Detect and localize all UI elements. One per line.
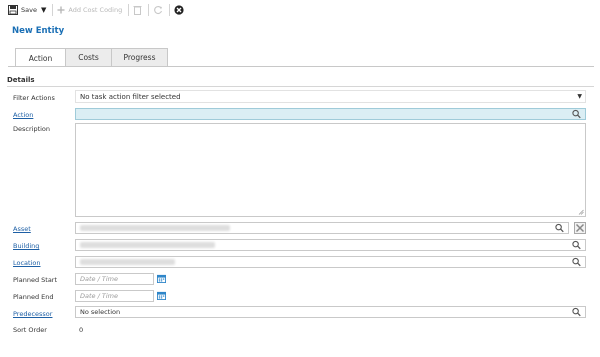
close-icon <box>575 223 585 233</box>
asset-input[interactable] <box>75 222 569 234</box>
tab-costs[interactable]: Costs <box>65 48 112 66</box>
toolbar-divider <box>52 4 54 16</box>
filter-actions-label: Filter Actions <box>13 94 55 102</box>
asset-label[interactable]: Asset <box>13 225 31 233</box>
resize-handle-icon[interactable] <box>578 209 584 215</box>
predecessor-value: No selection <box>80 308 121 316</box>
building-value-redacted <box>80 242 215 248</box>
close-button[interactable] <box>174 2 184 18</box>
toolbar-divider <box>128 4 130 16</box>
chevron-down-icon: ▼ <box>577 93 582 100</box>
save-label: Save <box>21 6 37 14</box>
refresh-button[interactable] <box>153 2 163 18</box>
tab-bar: Action Costs Progress <box>15 48 168 67</box>
asset-value-redacted <box>80 225 230 231</box>
calendar-icon[interactable] <box>157 291 166 300</box>
clear-asset-button[interactable] <box>574 222 586 234</box>
location-input[interactable] <box>75 256 586 268</box>
tab-action[interactable]: Action <box>15 48 66 67</box>
plus-icon <box>57 6 65 14</box>
search-icon[interactable] <box>572 240 581 250</box>
filter-actions-value: No task action filter selected <box>80 92 181 101</box>
predecessor-input[interactable]: No selection <box>75 306 586 318</box>
save-dropdown-icon[interactable]: ▼ <box>41 6 46 14</box>
planned-end-placeholder: Date / Time <box>80 292 118 300</box>
save-icon <box>8 5 18 15</box>
predecessor-label[interactable]: Predecessor <box>13 310 52 318</box>
search-icon[interactable] <box>572 307 581 317</box>
action-input[interactable] <box>75 108 586 120</box>
trash-icon <box>133 6 142 15</box>
tab-label: Costs <box>78 53 99 62</box>
description-label: Description <box>13 125 51 133</box>
refresh-icon <box>154 5 163 15</box>
action-label[interactable]: Action <box>13 111 33 119</box>
toolbar: Save ▼ Add Cost Coding <box>0 0 600 20</box>
search-icon[interactable] <box>572 257 581 267</box>
description-textarea[interactable] <box>75 123 586 217</box>
section-divider <box>7 86 594 87</box>
filter-actions-select[interactable]: No task action filter selected ▼ <box>75 90 586 103</box>
section-title: Details <box>7 76 35 84</box>
calendar-icon[interactable] <box>157 274 166 283</box>
tab-underline <box>8 66 594 67</box>
save-button[interactable]: Save ▼ <box>8 2 46 18</box>
delete-button[interactable] <box>133 2 142 18</box>
sort-order-value: 0 <box>79 326 84 334</box>
building-label[interactable]: Building <box>13 242 39 250</box>
planned-end-input[interactable]: Date / Time <box>75 290 154 302</box>
toolbar-divider <box>169 4 171 16</box>
add-cost-coding-button[interactable]: Add Cost Coding <box>57 2 122 18</box>
close-circle-icon <box>174 5 184 15</box>
tab-label: Action <box>28 53 53 63</box>
tab-progress[interactable]: Progress <box>111 48 168 66</box>
planned-end-label: Planned End <box>13 293 54 301</box>
search-icon[interactable] <box>555 223 564 233</box>
planned-start-label: Planned Start <box>13 276 58 284</box>
location-label[interactable]: Location <box>13 259 41 267</box>
building-input[interactable] <box>75 239 586 251</box>
tab-label: Progress <box>123 53 156 62</box>
location-value-redacted <box>80 259 175 265</box>
sort-order-label: Sort Order <box>13 326 47 334</box>
planned-start-input[interactable]: Date / Time <box>75 273 154 285</box>
planned-start-placeholder: Date / Time <box>80 275 118 283</box>
search-icon[interactable] <box>572 109 581 119</box>
toolbar-divider <box>148 4 150 16</box>
add-cost-coding-label: Add Cost Coding <box>68 6 123 14</box>
page-title: New Entity <box>12 26 65 36</box>
